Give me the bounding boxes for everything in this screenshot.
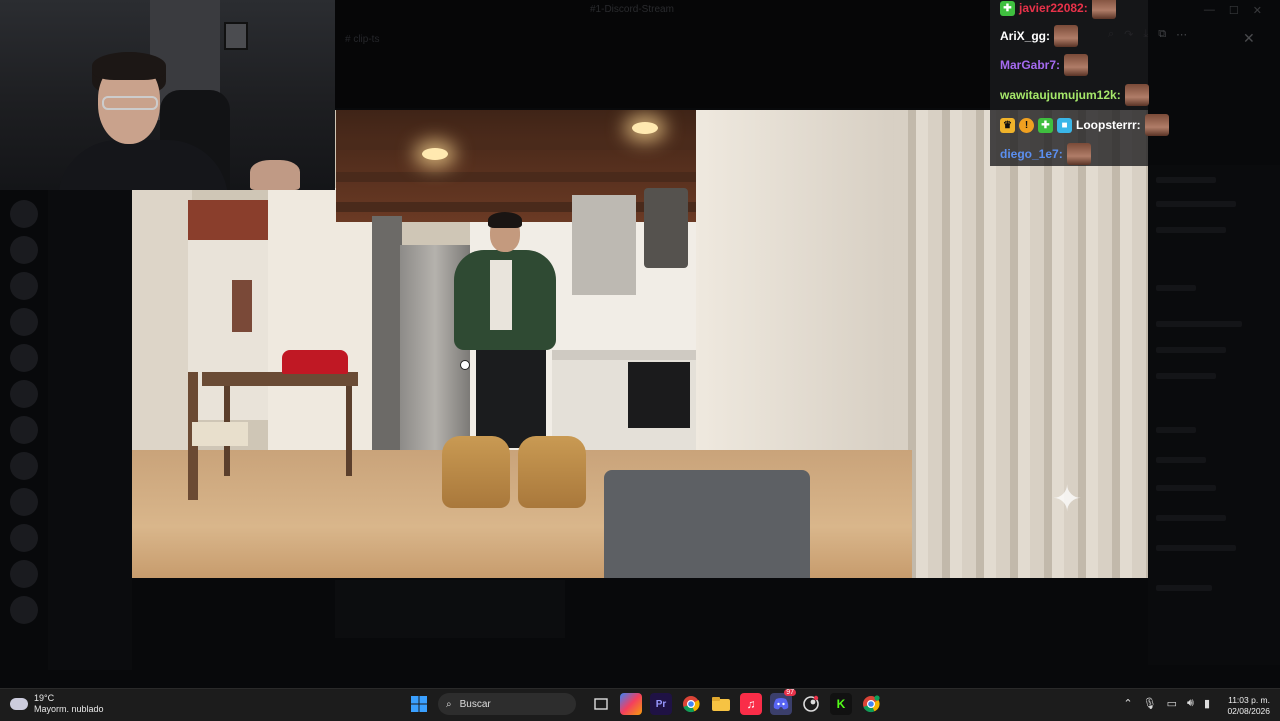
popout-icon[interactable]: ⧉ bbox=[1158, 28, 1166, 41]
file-explorer-icon[interactable] bbox=[710, 693, 732, 715]
weather-widget[interactable]: 19°C Mayorm. nublado bbox=[10, 693, 104, 715]
window-controls: — ☐ ✕ bbox=[1204, 4, 1262, 17]
webcam-overlay bbox=[0, 0, 335, 190]
server-icon[interactable] bbox=[10, 596, 38, 624]
task-view-icon[interactable] bbox=[590, 693, 612, 715]
server-icon[interactable] bbox=[10, 236, 38, 264]
chat-message: wawitaujumujum12k: bbox=[1000, 84, 1149, 106]
video-boot bbox=[442, 436, 510, 508]
discord-icon[interactable]: 97 bbox=[770, 689, 796, 715]
chat-message: AriX_gg: bbox=[1000, 25, 1079, 47]
server-icon[interactable] bbox=[10, 200, 38, 228]
chrome-icon[interactable] bbox=[680, 693, 702, 715]
minimize-icon[interactable]: — bbox=[1204, 4, 1215, 17]
display-icon[interactable]: ▭ bbox=[1167, 697, 1177, 710]
server-icon[interactable] bbox=[10, 308, 38, 336]
crown-badge-icon: ♛ bbox=[1000, 117, 1015, 133]
background-channel-sidebar bbox=[48, 190, 132, 670]
chevron-up-icon[interactable]: ⌃ bbox=[1123, 697, 1132, 710]
background-top-area bbox=[335, 0, 990, 108]
chat-username: AriX_gg: bbox=[1000, 29, 1051, 43]
background-video-tile bbox=[335, 580, 565, 638]
chat-username: javier22082: bbox=[1019, 1, 1088, 15]
chat-username: Loopsterrr: bbox=[1076, 118, 1141, 132]
steam-icon[interactable] bbox=[800, 693, 822, 715]
emote-icon bbox=[1064, 54, 1089, 76]
streamer-hand bbox=[250, 160, 300, 190]
chat-message: MarGabr7: bbox=[1000, 54, 1089, 76]
discord-notification-badge: 97 bbox=[784, 689, 796, 696]
windows-taskbar: 19°C Mayorm. nublado ⌕ Buscar Pr ♫ 97 K … bbox=[0, 688, 1280, 721]
close-viewer-icon[interactable]: ✕ bbox=[1243, 30, 1255, 47]
server-icon[interactable] bbox=[10, 344, 38, 372]
info-badge-icon: ! bbox=[1019, 117, 1034, 133]
server-icon[interactable] bbox=[10, 380, 38, 408]
server-icon[interactable] bbox=[10, 416, 38, 444]
sparkle-icon: ✦ bbox=[1052, 478, 1083, 519]
emote-icon bbox=[1124, 84, 1149, 106]
search-icon: ⌕ bbox=[446, 698, 452, 710]
mouse-cursor-icon bbox=[460, 360, 470, 370]
chat-message: diego_1e7: bbox=[1000, 143, 1091, 165]
video-table bbox=[202, 372, 358, 386]
server-icon[interactable] bbox=[10, 272, 38, 300]
server-icon[interactable] bbox=[10, 524, 38, 552]
kick-icon[interactable]: K bbox=[830, 693, 852, 715]
background-server-rail bbox=[0, 190, 48, 660]
battery-icon[interactable]: ▮ bbox=[1204, 697, 1210, 710]
chat-message: ♛ ! ✚ ■ Loopsterrr: bbox=[1000, 114, 1169, 136]
cube-badge-icon: ■ bbox=[1057, 117, 1072, 133]
close-window-icon[interactable]: ✕ bbox=[1253, 4, 1262, 17]
emote-icon bbox=[1054, 25, 1079, 47]
chat-username: MarGabr7: bbox=[1000, 58, 1061, 72]
premiere-icon[interactable]: Pr bbox=[650, 693, 672, 715]
system-clock[interactable]: 11:03 p. m. 02/08/2026 bbox=[1227, 695, 1270, 717]
weather-condition: Mayorm. nublado bbox=[34, 704, 104, 714]
emote-icon bbox=[1144, 114, 1169, 136]
stream-chat-overlay: ✚ javier22082: AriX_gg: MarGabr7: wawita… bbox=[990, 0, 1169, 166]
background-member-list bbox=[1148, 165, 1280, 665]
video-curtain bbox=[894, 110, 1148, 578]
windows-start-icon[interactable] bbox=[408, 693, 430, 715]
emote-icon bbox=[1066, 143, 1091, 165]
video-boot bbox=[518, 436, 586, 508]
search-placeholder: Buscar bbox=[459, 698, 491, 710]
volume-icon[interactable]: 🔊︎ bbox=[1187, 697, 1194, 710]
weather-temp: 19°C bbox=[34, 693, 55, 703]
chat-username: wawitaujumujum12k: bbox=[1000, 88, 1121, 102]
more-icon[interactable]: ⋯ bbox=[1176, 28, 1187, 41]
taskbar-search-box[interactable]: ⌕ Buscar bbox=[438, 693, 576, 715]
clock-date: 02/08/2026 bbox=[1227, 706, 1270, 716]
server-icon[interactable] bbox=[10, 488, 38, 516]
plus-badge-icon: ✚ bbox=[1000, 0, 1015, 16]
chat-username: diego_1e7: bbox=[1000, 147, 1063, 161]
server-icon[interactable] bbox=[10, 452, 38, 480]
background-channel-label: # clip-ts bbox=[345, 34, 380, 45]
maximize-icon[interactable]: ☐ bbox=[1229, 4, 1239, 17]
plus-badge-icon: ✚ bbox=[1038, 117, 1053, 133]
system-tray: ⌃ 🎙︎ ▭ 🔊︎ ▮ bbox=[1123, 697, 1210, 710]
music-icon[interactable]: ♫ bbox=[740, 693, 762, 715]
chrome-dev-icon[interactable] bbox=[860, 693, 882, 715]
background-window-title: #1-Discord-Stream bbox=[590, 4, 674, 15]
microphone-icon[interactable]: 🎙︎ bbox=[1143, 697, 1157, 710]
glasses bbox=[102, 96, 158, 110]
emote-icon bbox=[1091, 0, 1116, 19]
clock-time: 11:03 p. m. bbox=[1228, 695, 1270, 705]
chat-message: ✚ javier22082: bbox=[1000, 0, 1116, 19]
cloud-icon bbox=[10, 698, 28, 710]
server-icon[interactable] bbox=[10, 560, 38, 588]
copilot-icon[interactable] bbox=[620, 693, 642, 715]
taskbar-apps: ⌕ Buscar Pr ♫ 97 K bbox=[408, 689, 882, 715]
